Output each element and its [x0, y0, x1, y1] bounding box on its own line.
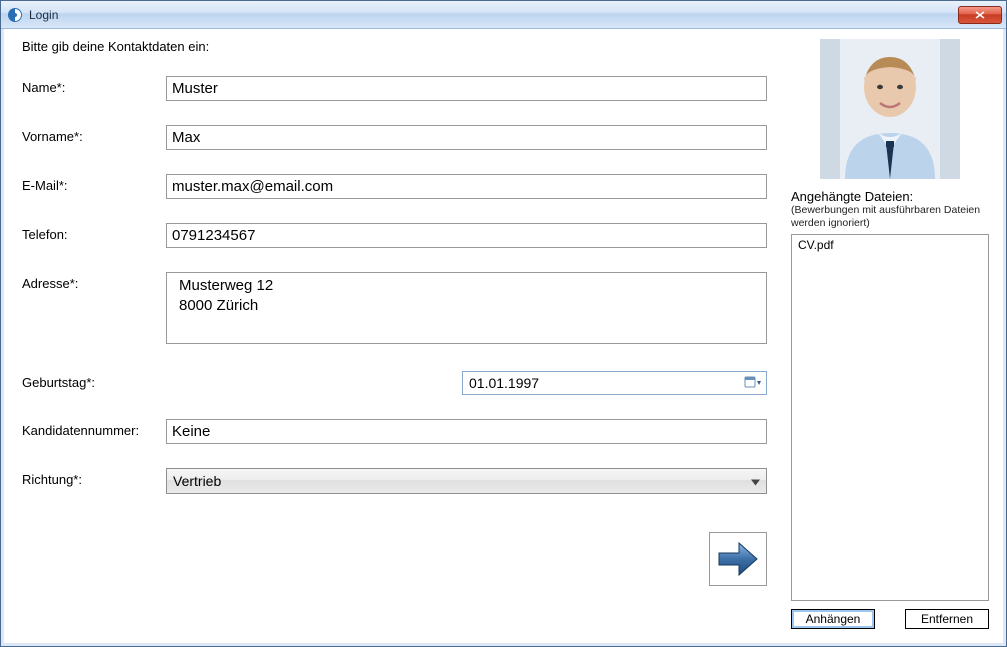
login-window: Login Bitte gib deine Kontaktdaten ein: …	[0, 0, 1007, 647]
calendar-dropdown-icon[interactable]	[744, 375, 762, 391]
content-area: Bitte gib deine Kontaktdaten ein: Name*:…	[1, 29, 1006, 646]
attachments-list[interactable]: CV.pdf	[791, 234, 989, 601]
attachments-hint: (Bewerbungen mit ausführbaren Dateien we…	[791, 204, 989, 230]
kandidatennummer-input[interactable]	[166, 419, 767, 444]
adresse-label: Adresse*:	[22, 272, 166, 291]
attach-button[interactable]: Anhängen	[791, 609, 875, 629]
chevron-down-icon	[751, 474, 760, 489]
kandidatennummer-label: Kandidatennummer:	[22, 419, 166, 438]
attachments-panel: Angehängte Dateien: (Bewerbungen mit aus…	[791, 39, 989, 629]
close-icon	[975, 11, 985, 19]
remove-button[interactable]: Entfernen	[905, 609, 989, 629]
arrow-right-icon	[715, 539, 761, 579]
form-panel: Bitte gib deine Kontaktdaten ein: Name*:…	[22, 39, 767, 629]
close-button[interactable]	[958, 6, 1002, 24]
next-button[interactable]	[709, 532, 767, 586]
vorname-label: Vorname*:	[22, 125, 166, 144]
geburtstag-picker[interactable]	[462, 371, 767, 395]
richtung-select[interactable]: Vertrieb	[166, 468, 767, 494]
attachments-label: Angehängte Dateien:	[791, 189, 989, 204]
telefon-label: Telefon:	[22, 223, 166, 242]
list-item[interactable]: CV.pdf	[796, 237, 984, 253]
telefon-input[interactable]	[166, 223, 767, 248]
instruction-text: Bitte gib deine Kontaktdaten ein:	[22, 39, 767, 54]
richtung-label: Richtung*:	[22, 468, 166, 487]
geburtstag-input[interactable]	[467, 374, 744, 392]
profile-photo	[820, 39, 960, 179]
titlebar: Login	[1, 1, 1006, 29]
email-label: E-Mail*:	[22, 174, 166, 193]
geburtstag-label: Geburtstag*:	[22, 371, 166, 390]
email-input[interactable]	[166, 174, 767, 199]
person-photo-icon	[820, 39, 960, 179]
app-icon	[7, 7, 23, 23]
name-input[interactable]	[166, 76, 767, 101]
richtung-value: Vertrieb	[173, 473, 221, 489]
name-label: Name*:	[22, 76, 166, 95]
window-title: Login	[29, 8, 958, 22]
vorname-input[interactable]	[166, 125, 767, 150]
adresse-input[interactable]	[166, 272, 767, 344]
